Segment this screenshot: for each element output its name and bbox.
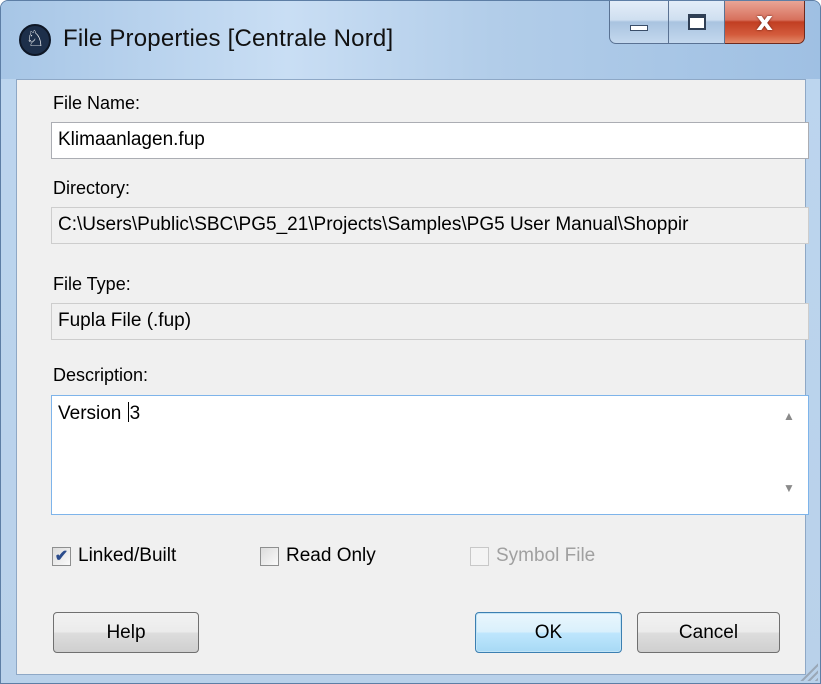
app-logo-icon[interactable]: ♘ [19, 24, 51, 56]
help-button[interactable]: Help [53, 612, 199, 653]
description-label: Description: [53, 365, 149, 385]
title-bar[interactable]: ♘ File Properties [Centrale Nord] x [1, 1, 820, 79]
scroll-down-arrow-icon[interactable]: ▼ [783, 481, 795, 495]
description-textarea[interactable]: Version 3 ▲ ▼ [51, 395, 809, 515]
file-type-label: File Type: [53, 274, 131, 294]
file-name-label: File Name: [53, 93, 141, 113]
description-text-part: 3 [129, 403, 141, 424]
dialog-body: File Name: Klimaanlagen.fup Directory: C… [16, 79, 809, 675]
close-button[interactable]: x [725, 1, 805, 44]
read-only-checkbox[interactable]: Read Only [260, 545, 376, 567]
file-type-field[interactable]: Fupla File (.fup) [51, 303, 809, 340]
symbol-file-checkbox: Symbol File [470, 545, 595, 567]
checkbox-box [470, 546, 489, 566]
checkbox-box[interactable] [260, 546, 279, 566]
text-caret [127, 402, 129, 422]
ok-button[interactable]: OK [475, 612, 622, 653]
file-name-input[interactable]: Klimaanlagen.fup [51, 122, 809, 159]
cancel-button[interactable]: Cancel [637, 612, 780, 653]
symbol-file-label: Symbol File [496, 545, 596, 566]
read-only-label: Read Only [286, 545, 376, 566]
file-properties-dialog: ♘ File Properties [Centrale Nord] x File… [0, 0, 821, 684]
description-scrollbar[interactable]: ▲ ▼ [773, 397, 807, 513]
directory-field[interactable]: C:\Users\Public\SBC\PG5_21\Projects\Samp… [51, 207, 809, 244]
description-text: Version 3 [58, 402, 140, 425]
caption-buttons: x [609, 1, 805, 47]
scroll-up-arrow-icon[interactable]: ▲ [783, 409, 795, 423]
maximize-icon [687, 14, 706, 30]
window-title: File Properties [Centrale Nord] [63, 25, 394, 52]
minimize-icon [630, 25, 648, 31]
checkmark-icon[interactable]: ✔ [52, 546, 71, 566]
linked-built-label: Linked/Built [78, 545, 177, 566]
close-icon: x [756, 7, 773, 37]
directory-label: Directory: [53, 178, 131, 198]
description-text-part: Version [58, 403, 127, 424]
maximize-button[interactable] [669, 1, 725, 44]
linked-built-checkbox[interactable]: ✔ Linked/Built [52, 545, 176, 567]
minimize-button[interactable] [609, 1, 669, 44]
